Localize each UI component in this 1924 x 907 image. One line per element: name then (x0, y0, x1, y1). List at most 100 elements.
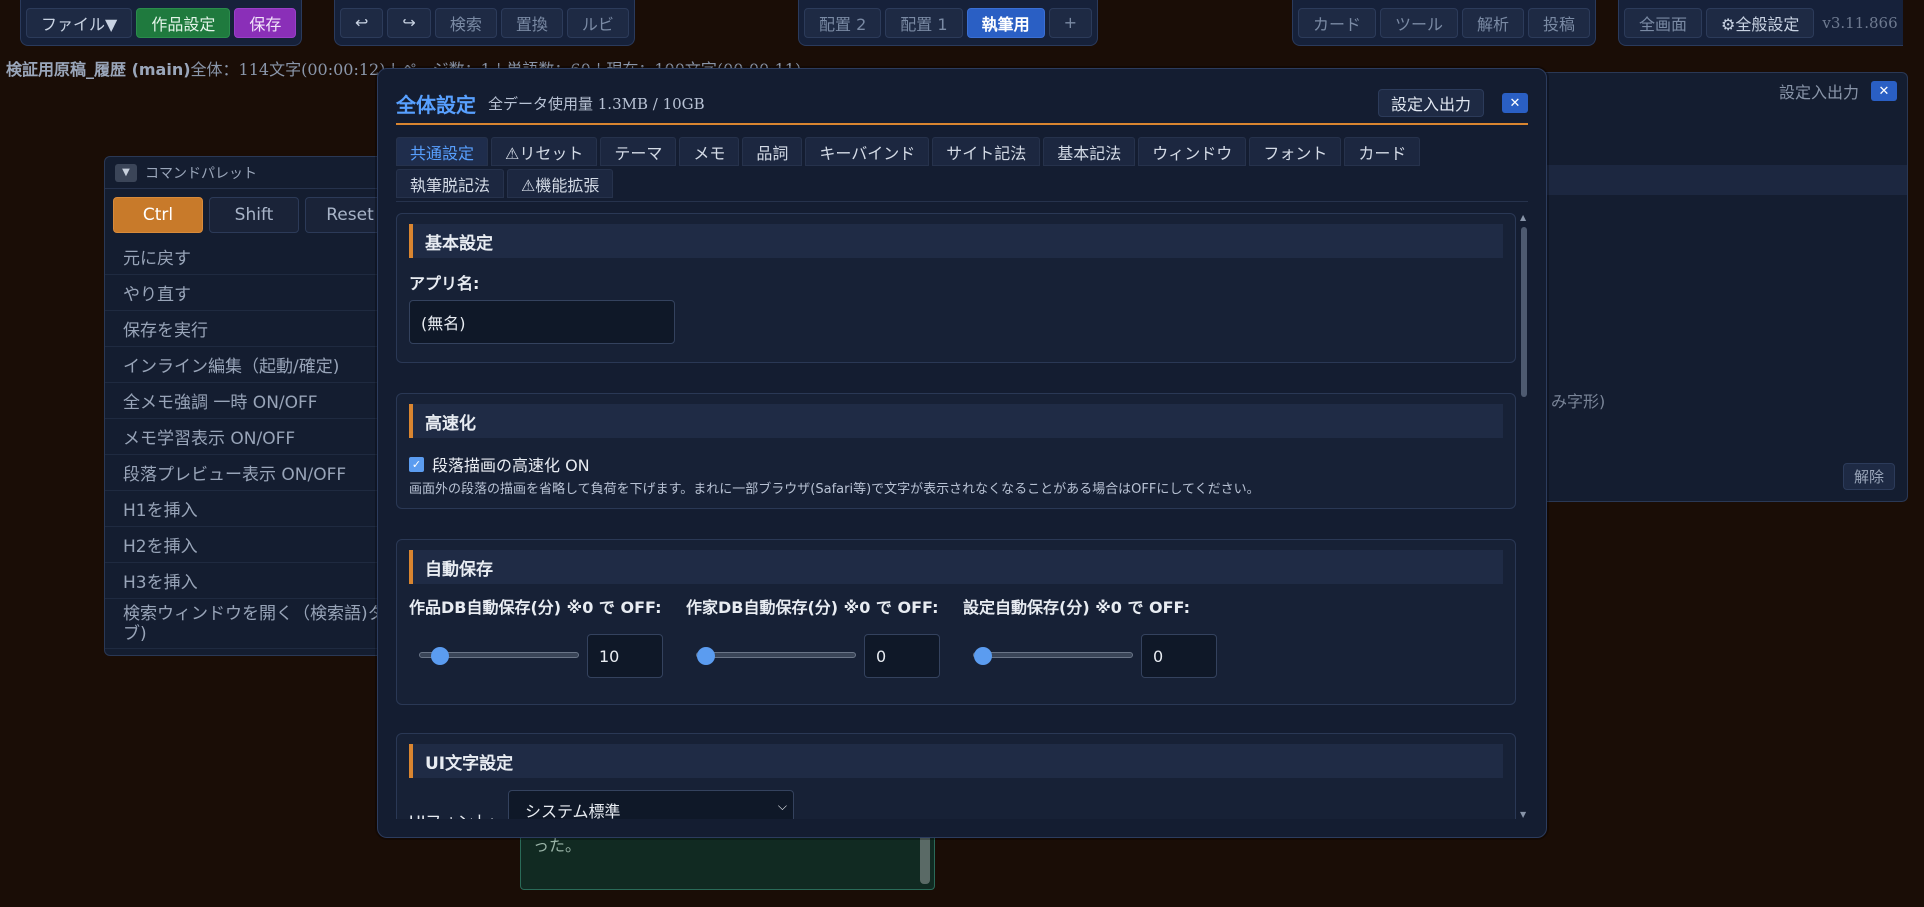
tab-card[interactable]: カード (1344, 137, 1421, 166)
settings-scrollbar[interactable]: ▲ ▼ (1520, 213, 1528, 819)
close-icon[interactable]: ✕ (1502, 93, 1528, 113)
command-item[interactable]: 保存を実行 (105, 311, 403, 347)
command-item[interactable]: H1を挿入 (105, 491, 403, 527)
redo-button[interactable]: ↪ (387, 7, 431, 38)
command-item[interactable]: 検索ウィンドウを開く（検索語)タブ) (105, 599, 403, 649)
save-button[interactable]: 保存 (234, 7, 297, 38)
undo-button[interactable]: ↩ (340, 7, 384, 38)
work-settings-button[interactable]: 作品設定 (136, 7, 231, 38)
author-db-autosave-input[interactable]: 0 (864, 634, 940, 678)
ui-font-select[interactable]: システム標準 ⌵ (508, 790, 794, 819)
command-palette: ▼ コマンドパレット Ctrl Shift Reset 元に戻す やり直す 保存… (104, 156, 404, 656)
fast-render-note: 画面外の段落の描画を省略して負荷を下げます。まれに一部ブラウザ(Safari等)… (409, 482, 1260, 497)
tab-part-of-speech[interactable]: 品詞 (742, 137, 803, 166)
layout-toolbar-group: 配置 2 配置 1 執筆用 + (798, 0, 1098, 46)
autosave-section: 自動保存 作品DB自動保存(分) ※0 で OFF: 10 作家DB自動保存(分… (396, 539, 1516, 705)
tab-escape-notation[interactable]: 執筆脱記法 (396, 169, 505, 198)
tab-reset[interactable]: ⚠リセット (491, 137, 598, 166)
writing-layout-tab[interactable]: 執筆用 (966, 7, 1045, 38)
slider-knob[interactable] (974, 647, 992, 665)
add-layout-button[interactable]: + (1048, 7, 1092, 38)
layout-1-tab[interactable]: 配置 1 (885, 7, 963, 38)
tools-toolbar-group: カード ツール 解析 投稿 (1292, 0, 1597, 46)
release-button[interactable]: 解除 (1842, 463, 1895, 490)
settings-autosave-label: 設定自動保存(分) ※0 で OFF: (963, 598, 1191, 617)
general-settings-button[interactable]: ⚙全般設定 (1706, 7, 1815, 38)
work-db-autosave-input[interactable]: 10 (587, 634, 663, 678)
scrollbar-thumb[interactable] (1521, 227, 1527, 397)
settings-autosave-input[interactable]: 0 (1141, 634, 1217, 678)
analysis-button[interactable]: 解析 (1462, 7, 1525, 38)
version-label: v3.11.866 (1822, 13, 1898, 32)
tool-button[interactable]: ツール (1380, 7, 1459, 38)
view-toolbar-group: 全画面 ⚙全般設定 v3.11.866 (1618, 0, 1903, 46)
fullscreen-button[interactable]: 全画面 (1624, 7, 1703, 38)
settings-tabs: 共通設定 ⚠リセット テーマ メモ 品詞 キーバインド サイト記法 基本記法 ウ… (396, 137, 1528, 202)
section-title: UI文字設定 (409, 744, 1503, 778)
slider-knob[interactable] (697, 647, 715, 665)
document-name: 検証用原稿_履歴 (main) (6, 60, 191, 79)
work-db-autosave-slider[interactable] (419, 647, 579, 665)
fast-render-label: 段落描画の高速化 ON (432, 456, 590, 475)
command-item[interactable]: 元に戻す (105, 239, 403, 275)
basic-settings-section: 基本設定 アプリ名: (無名) (396, 213, 1516, 363)
section-title: 基本設定 (409, 224, 1503, 258)
modal-title: 全体設定 (396, 92, 476, 117)
ui-font-value: システム標準 (525, 802, 621, 819)
app-name-label: アプリ名: (409, 274, 480, 293)
search-button[interactable]: 検索 (434, 7, 497, 38)
settings-autosave-slider[interactable] (973, 647, 1133, 665)
tab-basic-notation[interactable]: 基本記法 (1043, 137, 1136, 166)
tab-keybind[interactable]: キーバインド (805, 137, 930, 166)
background-panel-row (1541, 165, 1907, 195)
tab-memo[interactable]: メモ (679, 137, 740, 166)
background-io-button[interactable]: 設定入出力 (1779, 79, 1859, 103)
command-item[interactable]: H3を挿入 (105, 563, 403, 599)
scroll-down-icon[interactable]: ▼ (1520, 810, 1526, 819)
scroll-up-icon[interactable]: ▲ (1520, 213, 1526, 222)
post-button[interactable]: 投稿 (1528, 7, 1591, 38)
work-db-autosave-label: 作品DB自動保存(分) ※0 で OFF: (409, 598, 662, 617)
global-settings-modal: 全体設定 全データ使用量 1.3MB / 10GB 設定入出力 ✕ 共通設定 ⚠… (377, 68, 1547, 838)
ui-font-label: UIフォント: (409, 808, 495, 819)
command-item[interactable]: メモ学習表示 ON/OFF (105, 419, 403, 455)
tab-window[interactable]: ウィンドウ (1138, 137, 1247, 166)
tab-theme[interactable]: テーマ (600, 137, 677, 166)
author-db-autosave-slider[interactable] (696, 647, 856, 665)
tab-font[interactable]: フォント (1249, 137, 1342, 166)
app-name-input[interactable]: (無名) (409, 300, 675, 344)
ctrl-modifier-button[interactable]: Ctrl (113, 197, 203, 233)
background-panel-text: み字形) (1551, 392, 1606, 411)
command-item[interactable]: インライン編集（起動/確定) (105, 347, 403, 383)
command-item[interactable]: やり直す (105, 275, 403, 311)
layout-2-tab[interactable]: 配置 2 (804, 7, 882, 38)
shift-modifier-button[interactable]: Shift (209, 197, 299, 233)
file-menu-button[interactable]: ファイル▼ (26, 7, 133, 38)
card-button[interactable]: カード (1298, 7, 1377, 38)
tab-common[interactable]: 共通設定 (396, 137, 489, 166)
command-item[interactable]: H2を挿入 (105, 527, 403, 563)
command-palette-header[interactable]: ▼ コマンドパレット (105, 157, 403, 189)
ruby-button[interactable]: ルビ (566, 7, 629, 38)
background-close-icon[interactable]: ✕ (1871, 81, 1897, 101)
background-settings-panel: 設定入出力 ✕ み字形) 解除 (1540, 72, 1908, 502)
chevron-down-icon: ⌵ (777, 799, 787, 813)
modal-header: 全体設定 全データ使用量 1.3MB / 10GB 設定入出力 ✕ (396, 83, 1528, 125)
fast-render-checkbox[interactable]: ✓ 段落描画の高速化 ON (409, 452, 590, 476)
slider-knob[interactable] (431, 647, 449, 665)
modifier-buttons: Ctrl Shift Reset (105, 189, 403, 239)
collapse-icon[interactable]: ▼ (115, 163, 137, 182)
checkbox-check-icon[interactable]: ✓ (409, 456, 424, 472)
settings-io-button[interactable]: 設定入出力 (1377, 89, 1484, 117)
replace-button[interactable]: 置換 (500, 7, 563, 38)
tab-extensions[interactable]: ⚠機能拡張 (507, 169, 614, 198)
edit-toolbar-group: ↩ ↪ 検索 置換 ルビ (334, 0, 635, 46)
settings-scroll-area[interactable]: 基本設定 アプリ名: (無名) 高速化 ✓ 段落描画の高速化 ON 画面外の段落… (396, 209, 1516, 819)
section-title: 自動保存 (409, 550, 1503, 584)
editor-scrollbar[interactable] (920, 834, 930, 884)
tab-site-notation[interactable]: サイト記法 (932, 137, 1041, 166)
command-item[interactable]: 全メモ強調 一時 ON/OFF (105, 383, 403, 419)
command-item[interactable]: 段落プレビュー表示 ON/OFF (105, 455, 403, 491)
section-title: 高速化 (409, 404, 1503, 438)
background-panel-header: 設定入出力 ✕ (1779, 79, 1897, 103)
